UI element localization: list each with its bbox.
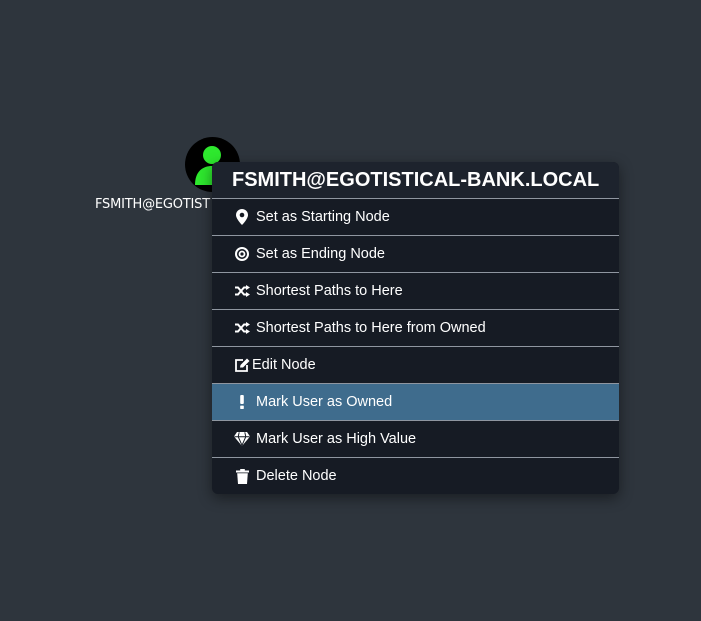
menu-item-label: Shortest Paths to Here xyxy=(256,283,403,299)
trash-icon xyxy=(234,468,250,484)
menu-item-set-ending-node[interactable]: Set as Ending Node xyxy=(212,235,619,272)
menu-item-label: Mark User as Owned xyxy=(256,394,393,410)
menu-item-set-starting-node[interactable]: Set as Starting Node xyxy=(212,198,619,235)
map-marker-icon xyxy=(234,209,250,225)
graph-canvas[interactable]: FSMITH@EGOTIST FSMITH@EGOTISTICAL-BANK.L… xyxy=(0,0,701,621)
menu-item-label: Delete Node xyxy=(256,468,337,484)
node-label: FSMITH@EGOTIST xyxy=(95,197,210,212)
menu-item-shortest-paths-to-here[interactable]: Shortest Paths to Here xyxy=(212,272,619,309)
random-icon xyxy=(234,320,250,336)
exclamation-icon xyxy=(234,394,250,410)
menu-item-delete-node[interactable]: Delete Node xyxy=(212,457,619,494)
menu-item-edit-node[interactable]: Edit Node xyxy=(212,346,619,383)
bullseye-icon xyxy=(234,246,250,262)
gem-icon xyxy=(234,431,250,447)
menu-item-label: Set as Ending Node xyxy=(256,246,385,262)
menu-item-mark-owned[interactable]: Mark User as Owned xyxy=(212,383,619,420)
edit-icon xyxy=(234,357,250,373)
menu-item-label: Set as Starting Node xyxy=(256,209,390,225)
menu-item-mark-high-value[interactable]: Mark User as High Value xyxy=(212,420,619,457)
menu-item-label: Edit Node xyxy=(252,357,316,373)
node-context-menu: FSMITH@EGOTISTICAL-BANK.LOCAL Set as Sta… xyxy=(212,162,619,494)
random-icon xyxy=(234,283,250,299)
menu-item-shortest-paths-from-owned[interactable]: Shortest Paths to Here from Owned xyxy=(212,309,619,346)
menu-item-label: Mark User as High Value xyxy=(256,431,417,447)
menu-item-label: Shortest Paths to Here from Owned xyxy=(256,320,486,336)
menu-title: FSMITH@EGOTISTICAL-BANK.LOCAL xyxy=(212,162,619,198)
